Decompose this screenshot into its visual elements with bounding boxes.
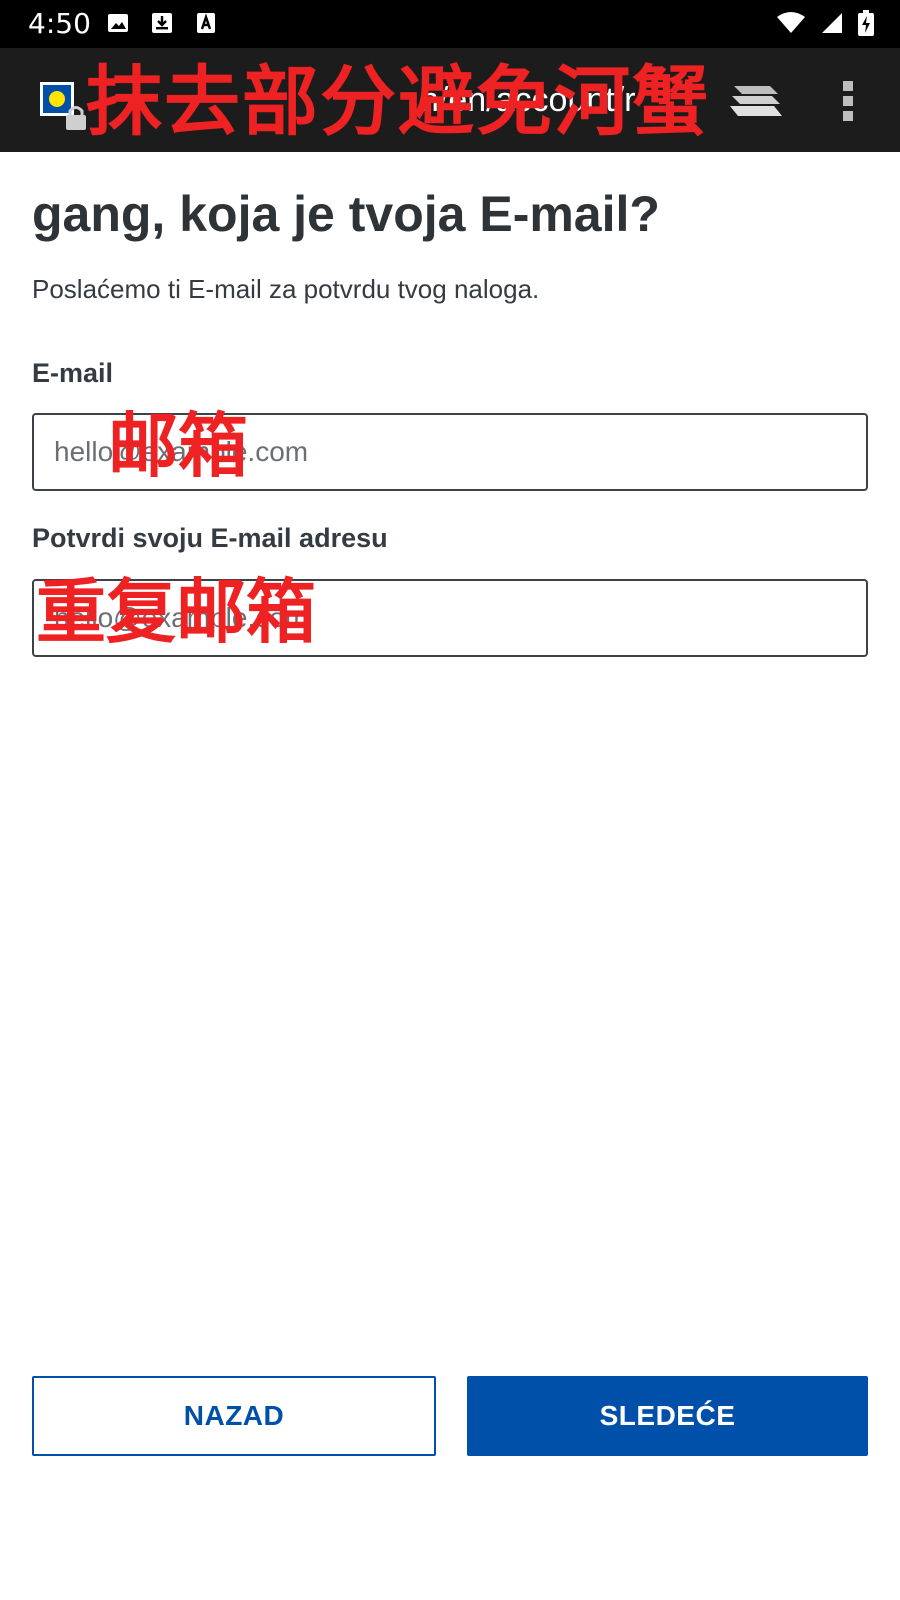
status-system-icons (776, 10, 874, 36)
email-input[interactable] (32, 413, 868, 491)
page-subtitle: Poslaćemo ti E-mail za potvrdu tvog nalo… (32, 274, 540, 304)
text-a-icon (197, 13, 215, 33)
image-icon (108, 14, 128, 32)
status-bar: 4:50 (0, 0, 900, 48)
email-label: E-mail (32, 358, 114, 388)
confirm-email-input[interactable] (32, 579, 868, 657)
wifi-icon (777, 12, 805, 33)
signal-icon (822, 13, 842, 33)
page-title: gang, koja je tvoja E-mail? (32, 186, 660, 242)
next-button[interactable]: SLEDEĆE (467, 1376, 868, 1456)
status-time: 4:50 (28, 7, 91, 40)
download-icon (152, 13, 172, 33)
battery-charging-icon (858, 10, 874, 36)
back-button[interactable]: NAZAD (32, 1376, 436, 1456)
confirm-email-label: Potvrdi svoju E-mail adresu (32, 523, 388, 553)
more-menu-icon[interactable] (842, 80, 854, 122)
censor-annotation: 抹去部分避免河蟹 (86, 57, 710, 146)
status-notification-icons (106, 10, 218, 36)
